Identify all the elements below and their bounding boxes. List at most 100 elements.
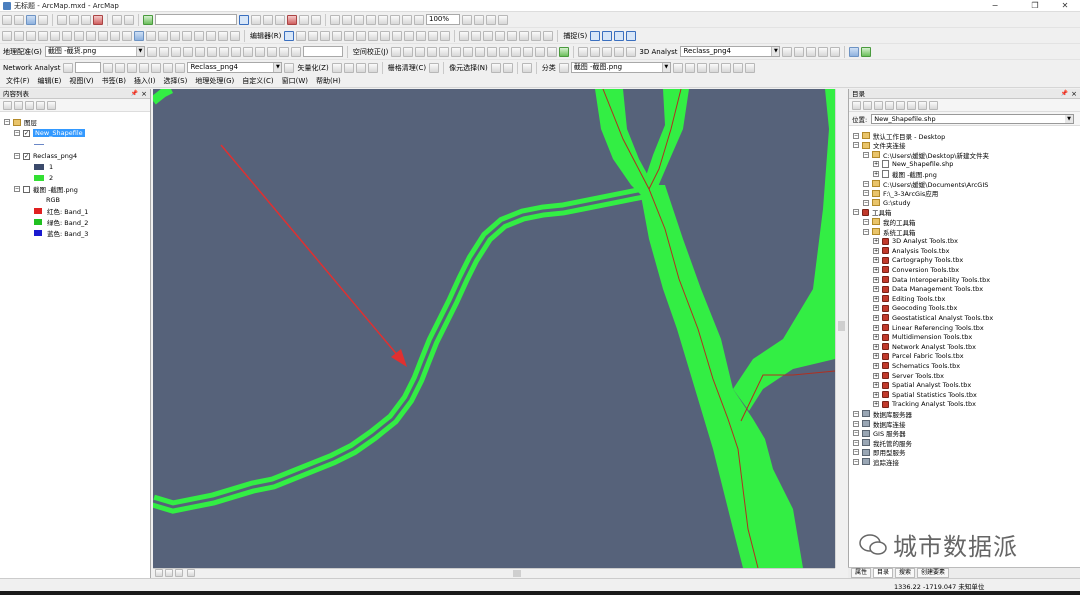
collapse-icon[interactable]: − bbox=[853, 449, 859, 456]
layout-page-icon[interactable] bbox=[402, 14, 412, 25]
collapse-icon[interactable]: − bbox=[14, 186, 20, 192]
layout-focus-icon[interactable] bbox=[474, 14, 484, 25]
menu-geoprocessing[interactable]: 地理处理(G) bbox=[195, 76, 234, 86]
fixed-zoom-out-icon[interactable] bbox=[62, 30, 72, 41]
layout-zoom-combo[interactable]: 100% bbox=[426, 14, 460, 25]
map-horizontal-scrollbar[interactable] bbox=[153, 568, 835, 578]
minimize-button[interactable]: − bbox=[980, 0, 1010, 12]
collapse-icon[interactable]: − bbox=[853, 142, 859, 149]
collapse-icon[interactable]: − bbox=[853, 209, 859, 216]
add-control-points-icon[interactable] bbox=[182, 46, 193, 57]
na-properties-icon[interactable] bbox=[163, 62, 174, 73]
magnifier-icon[interactable] bbox=[242, 46, 253, 57]
catalog-tree-item[interactable]: + Data Interoperability Tools.tbx bbox=[873, 275, 990, 284]
toc-layer-new-shapefile[interactable]: − ✓ New_Shapefile bbox=[14, 128, 85, 138]
zoom-out-fixed-icon[interactable] bbox=[342, 14, 352, 25]
views-icon[interactable] bbox=[918, 100, 927, 110]
collapse-icon[interactable]: − bbox=[14, 130, 20, 136]
band-red[interactable]: 红色: Band_1 bbox=[34, 206, 88, 216]
sketch-properties-icon[interactable] bbox=[428, 30, 439, 41]
catch-menu[interactable]: 捕捉(S) bbox=[562, 31, 588, 41]
back-icon[interactable] bbox=[852, 100, 861, 110]
profile-graph-icon[interactable] bbox=[830, 46, 841, 57]
catalog-tree-item[interactable]: + Cartography Tools.tbx bbox=[873, 256, 963, 265]
vectorize-trace-between-icon[interactable] bbox=[343, 62, 354, 73]
hyperlink-icon[interactable] bbox=[146, 30, 156, 41]
toc-root[interactable]: − 图层 bbox=[4, 117, 37, 127]
georef-link-icon[interactable] bbox=[290, 46, 301, 57]
classify-manager-icon[interactable] bbox=[696, 62, 707, 73]
clear-selection-icon[interactable] bbox=[110, 30, 120, 41]
expand-icon[interactable]: + bbox=[873, 170, 879, 177]
catalog-tree-item[interactable]: + Network Analyst Tools.tbx bbox=[873, 342, 976, 351]
point-icon[interactable] bbox=[344, 30, 355, 41]
snap-point-icon[interactable] bbox=[590, 30, 601, 41]
search-window-icon[interactable] bbox=[275, 14, 285, 25]
expand-icon[interactable]: + bbox=[873, 391, 879, 398]
catalog-tree-item[interactable]: + Geostatistical Analyst Tools.tbx bbox=[873, 313, 993, 322]
time-slider-icon[interactable] bbox=[218, 30, 228, 41]
shift-raster-icon[interactable] bbox=[158, 46, 169, 57]
catalog-tree-item[interactable]: + Data Management Tools.tbx bbox=[873, 285, 983, 294]
expand-icon[interactable]: + bbox=[873, 324, 879, 331]
fixed-zoom-in-icon[interactable] bbox=[50, 30, 60, 41]
menu-insert[interactable]: 插入(I) bbox=[134, 76, 156, 86]
catch-edge-icon[interactable] bbox=[495, 30, 506, 41]
expand-icon[interactable]: + bbox=[873, 286, 879, 293]
forward-icon[interactable] bbox=[863, 100, 872, 110]
catalog-tree-item[interactable]: − 即用型服务 bbox=[853, 448, 906, 457]
rotate-raster-icon[interactable] bbox=[146, 46, 157, 57]
expand-icon[interactable]: + bbox=[873, 238, 879, 245]
cell-select-icon[interactable] bbox=[490, 62, 501, 73]
catalog-tree-item[interactable]: − 我托管的服务 bbox=[853, 438, 912, 448]
georef-rotate-icon[interactable] bbox=[278, 46, 289, 57]
legend-class-1[interactable]: 1 bbox=[34, 162, 53, 172]
classify-layer-combo[interactable]: 截图 -截图.png ▼ bbox=[570, 62, 671, 73]
save-icon[interactable] bbox=[26, 14, 36, 25]
collapse-icon[interactable]: − bbox=[853, 458, 859, 465]
measure-icon[interactable] bbox=[170, 30, 180, 41]
menu-bookmarks[interactable]: 书签(B) bbox=[102, 76, 126, 86]
close-icon[interactable]: × bbox=[1071, 89, 1077, 99]
catalog-tree-item[interactable]: − 数据库服务器 bbox=[853, 409, 912, 419]
cut-polygons-icon[interactable] bbox=[380, 30, 391, 41]
toc-options-icon[interactable] bbox=[47, 100, 56, 110]
collapse-icon[interactable]: − bbox=[853, 430, 859, 437]
line-symbol[interactable] bbox=[34, 139, 44, 149]
tool-grid-c-icon[interactable] bbox=[602, 46, 613, 57]
identity-link-icon[interactable] bbox=[439, 46, 450, 57]
catalog-tree-item[interactable]: − G:\study bbox=[863, 198, 910, 207]
select-elements-icon[interactable] bbox=[122, 30, 132, 41]
catalog-tree-item[interactable]: − 文件夹连接 bbox=[853, 141, 906, 150]
catalog-window-icon[interactable] bbox=[263, 14, 273, 25]
scale-raster-icon[interactable] bbox=[170, 46, 181, 57]
options-icon[interactable] bbox=[929, 100, 938, 110]
menu-help[interactable]: 帮助(H) bbox=[316, 76, 341, 86]
pan-icon[interactable] bbox=[390, 14, 400, 25]
catalog-tree-item[interactable]: − 工具箱 bbox=[853, 208, 892, 217]
toc-layer-screenshot[interactable]: − 截图 -截图.png bbox=[14, 184, 78, 194]
catalog-tree-item[interactable]: − 我的工具箱 bbox=[863, 217, 916, 227]
expand-icon[interactable]: + bbox=[873, 266, 879, 273]
paste-icon[interactable] bbox=[81, 14, 91, 25]
catalog-tree-item[interactable]: − 数据库连接 bbox=[853, 419, 906, 429]
map-vertical-scrollbar[interactable] bbox=[835, 89, 847, 568]
swipe-icon[interactable] bbox=[254, 46, 265, 57]
vectorize-trace-icon[interactable] bbox=[331, 62, 342, 73]
expand-icon[interactable]: + bbox=[873, 314, 879, 321]
steepest-path-icon[interactable] bbox=[794, 46, 805, 57]
raster-cleanup-menu[interactable]: 栅格清理(C) bbox=[387, 63, 427, 73]
snap-end-icon[interactable] bbox=[602, 30, 613, 41]
edgematch-icon[interactable] bbox=[511, 46, 522, 57]
catalog-tree-item[interactable]: − F:\_3-3ArcGis应用 bbox=[863, 189, 938, 198]
refresh-view-icon[interactable] bbox=[175, 569, 183, 577]
interpolate-line-icon[interactable] bbox=[818, 46, 829, 57]
add-data-icon[interactable] bbox=[143, 14, 153, 25]
catalog-tree-item[interactable]: + Linear Referencing Tools.tbx bbox=[873, 323, 984, 332]
vectorize-settings-icon[interactable] bbox=[284, 62, 295, 73]
catch-mid-icon[interactable] bbox=[519, 30, 530, 41]
toc-layer-label[interactable]: New_Shapefile bbox=[33, 129, 85, 137]
link-table-icon[interactable] bbox=[535, 46, 546, 57]
catalog-tree-item[interactable]: + Tracking Analyst Tools.tbx bbox=[873, 400, 976, 409]
expand-icon[interactable]: + bbox=[873, 247, 879, 254]
